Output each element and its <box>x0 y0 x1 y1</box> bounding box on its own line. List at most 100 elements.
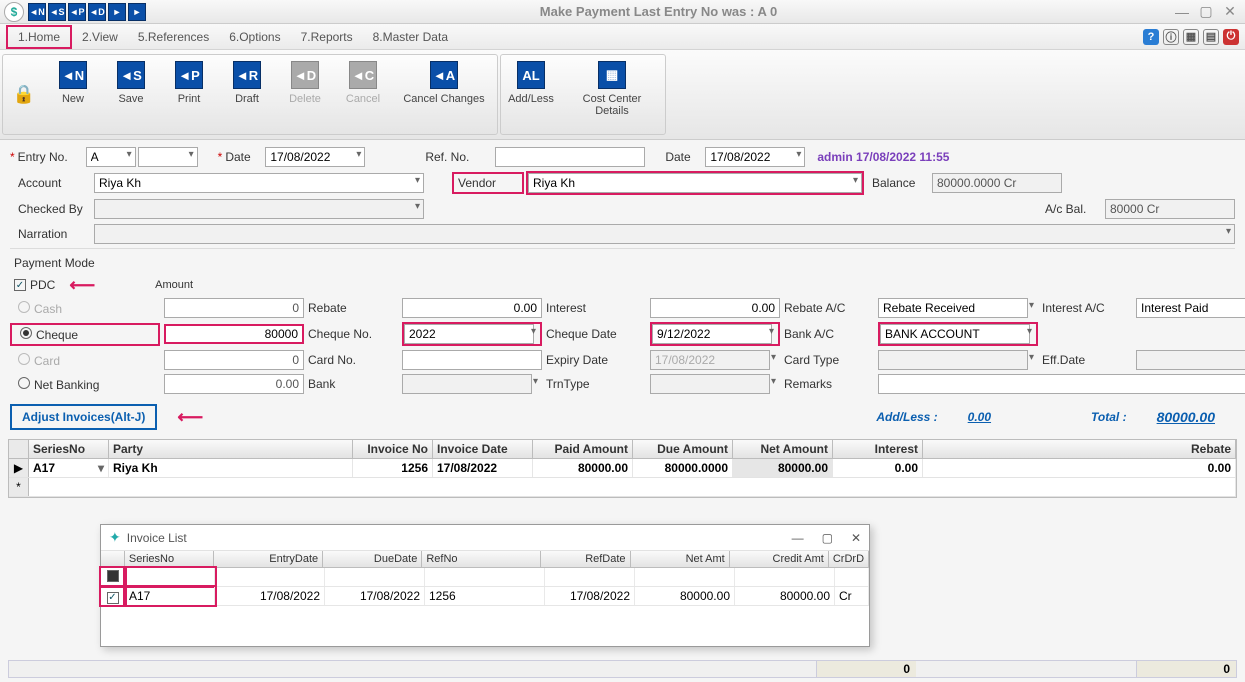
menu-home[interactable]: 1.Home <box>6 25 72 49</box>
minimize-icon[interactable]: — <box>1171 4 1193 20</box>
lock-icon: 🔒 <box>11 61 37 128</box>
payment-mode-label: Payment Mode <box>14 256 124 270</box>
trntype-label: TrnType <box>546 377 646 391</box>
account-select[interactable] <box>94 173 424 193</box>
menu-view[interactable]: 2.View <box>72 27 128 47</box>
dcol-refdate[interactable]: RefDate <box>541 551 630 567</box>
menu-references[interactable]: 5.References <box>128 27 219 47</box>
col-rebate[interactable]: Rebate <box>923 440 1236 458</box>
qa-next-icon[interactable]: ► <box>108 3 126 21</box>
interest-input[interactable] <box>650 298 780 318</box>
rebate-ac-select[interactable] <box>878 298 1028 318</box>
new-row-icon: * <box>9 478 29 496</box>
dialog-row[interactable]: ✓ A17 17/08/2022 17/08/2022 1256 17/08/2… <box>101 587 869 606</box>
col-invoicedate[interactable]: Invoice Date <box>433 440 533 458</box>
dcol-refno[interactable]: RefNo <box>422 551 541 567</box>
cash-radio[interactable] <box>18 301 30 313</box>
date2-input[interactable] <box>705 147 805 167</box>
tool-icon[interactable]: ▤ <box>1203 29 1219 45</box>
rb-save[interactable]: ◄SSave <box>109 61 153 128</box>
col-paidamount[interactable]: Paid Amount <box>533 440 633 458</box>
qa-last-icon[interactable]: ► <box>128 3 146 21</box>
total-value: 80000.00 <box>1157 409 1215 425</box>
interest-ac-select[interactable] <box>1136 298 1245 318</box>
rebate-input[interactable] <box>402 298 542 318</box>
help-icon[interactable]: ? <box>1143 29 1159 45</box>
refno-input[interactable] <box>495 147 645 167</box>
cheque-radio[interactable] <box>20 327 32 339</box>
col-dueamount[interactable]: Due Amount <box>633 440 733 458</box>
adjust-invoices-button[interactable]: Adjust Invoices(Alt-J) <box>10 404 157 430</box>
col-seriesno[interactable]: SeriesNo <box>29 440 109 458</box>
rb-draft[interactable]: ◄RDraft <box>225 61 269 128</box>
account-label: Account <box>18 176 94 190</box>
rb-addless[interactable]: ALAdd/Less <box>509 61 553 128</box>
exit-icon[interactable]: ⏻ <box>1223 29 1239 45</box>
close-icon[interactable]: ✕ <box>1219 4 1241 20</box>
netbanking-label: Net Banking <box>34 378 99 392</box>
card-radio[interactable] <box>18 353 30 365</box>
netbanking-amount <box>164 374 304 394</box>
pdc-checkbox[interactable]: ✓ <box>14 279 26 291</box>
card-type-label: Card Type <box>784 353 874 367</box>
checkedby-select[interactable] <box>94 199 424 219</box>
invoice-list-dialog: ✦ Invoice List — ▢ ✕ SeriesNo EntryDate … <box>100 524 870 647</box>
card-no-input <box>402 350 542 370</box>
dialog-minimize-icon[interactable]: — <box>792 531 804 545</box>
dcol-creditamt[interactable]: Credit Amt <box>730 551 829 567</box>
col-invoiceno[interactable]: Invoice No <box>353 440 433 458</box>
dialog-title: Invoice List <box>127 531 187 545</box>
cheque-no-input[interactable] <box>404 324 534 344</box>
col-interest[interactable]: Interest <box>833 440 923 458</box>
dialog-close-icon[interactable]: ✕ <box>851 531 861 545</box>
dcol-crdrd[interactable]: CrDrD <box>829 551 869 567</box>
dcol-duedate[interactable]: DueDate <box>323 551 422 567</box>
bank-ac-select[interactable] <box>880 324 1030 344</box>
netbanking-radio[interactable] <box>18 377 30 389</box>
narration-input[interactable] <box>94 224 1235 244</box>
grid-row[interactable]: ▶ A17 ▾ Riya Kh 1256 17/08/2022 80000.00… <box>9 459 1236 478</box>
entry-series-select[interactable] <box>86 147 136 167</box>
menu-options[interactable]: 6.Options <box>219 27 290 47</box>
qa-new-icon[interactable]: ◄N <box>28 3 46 21</box>
qa-print-icon[interactable]: ◄P <box>68 3 86 21</box>
arrow-icon: ⟵ <box>69 275 95 296</box>
dcol-entrydate[interactable]: EntryDate <box>214 551 323 567</box>
rb-new[interactable]: ◄NNew <box>51 61 95 128</box>
menu-masterdata[interactable]: 8.Master Data <box>363 27 458 47</box>
col-party[interactable]: Party <box>109 440 353 458</box>
pdc-label: PDC <box>30 278 55 292</box>
dcol-seriesno[interactable]: SeriesNo <box>125 551 214 567</box>
menu-reports[interactable]: 7.Reports <box>291 27 363 47</box>
row-checkbox[interactable]: ✓ <box>107 592 119 604</box>
maximize-icon[interactable]: ▢ <box>1195 4 1217 20</box>
select-all-checkbox[interactable] <box>107 570 119 582</box>
rb-cancel-changes[interactable]: ◄ACancel Changes <box>399 61 489 128</box>
rb-costcenter[interactable]: ▦Cost Center Details <box>567 61 657 128</box>
dialog-maximize-icon[interactable]: ▢ <box>822 531 833 545</box>
date-input[interactable] <box>265 147 365 167</box>
addless-value[interactable]: 0.00 <box>968 410 991 424</box>
rb-print[interactable]: ◄PPrint <box>167 61 211 128</box>
cash-amount <box>164 298 304 318</box>
grid-row-new[interactable]: * <box>9 478 1236 497</box>
info-icon[interactable]: ⓘ <box>1163 29 1179 45</box>
vendor-select[interactable] <box>528 173 862 193</box>
app-logo-icon: $ <box>4 2 24 22</box>
qa-draft-icon[interactable]: ◄D <box>88 3 106 21</box>
rb-cancel: ◄CCancel <box>341 61 385 128</box>
cheque-amount[interactable] <box>164 324 304 344</box>
qa-save-icon[interactable]: ◄S <box>48 3 66 21</box>
form-area: *Entry No. *Date Ref. No. Date admin 17/… <box>0 140 1245 435</box>
remarks-input[interactable] <box>878 374 1245 394</box>
invoice-grid: SeriesNo Party Invoice No Invoice Date P… <box>8 439 1237 498</box>
entry-no-select[interactable] <box>138 147 198 167</box>
calc-icon[interactable]: ▦ <box>1183 29 1199 45</box>
refno-label: Ref. No. <box>425 150 495 164</box>
addless-label: Add/Less : <box>876 410 937 424</box>
dcol-netamt[interactable]: Net Amt <box>631 551 730 567</box>
row-indicator-icon: ▶ <box>9 459 29 477</box>
effdate-input[interactable] <box>1136 350 1245 370</box>
cheque-date-input[interactable] <box>652 324 772 344</box>
col-netamount[interactable]: Net Amount <box>733 440 833 458</box>
